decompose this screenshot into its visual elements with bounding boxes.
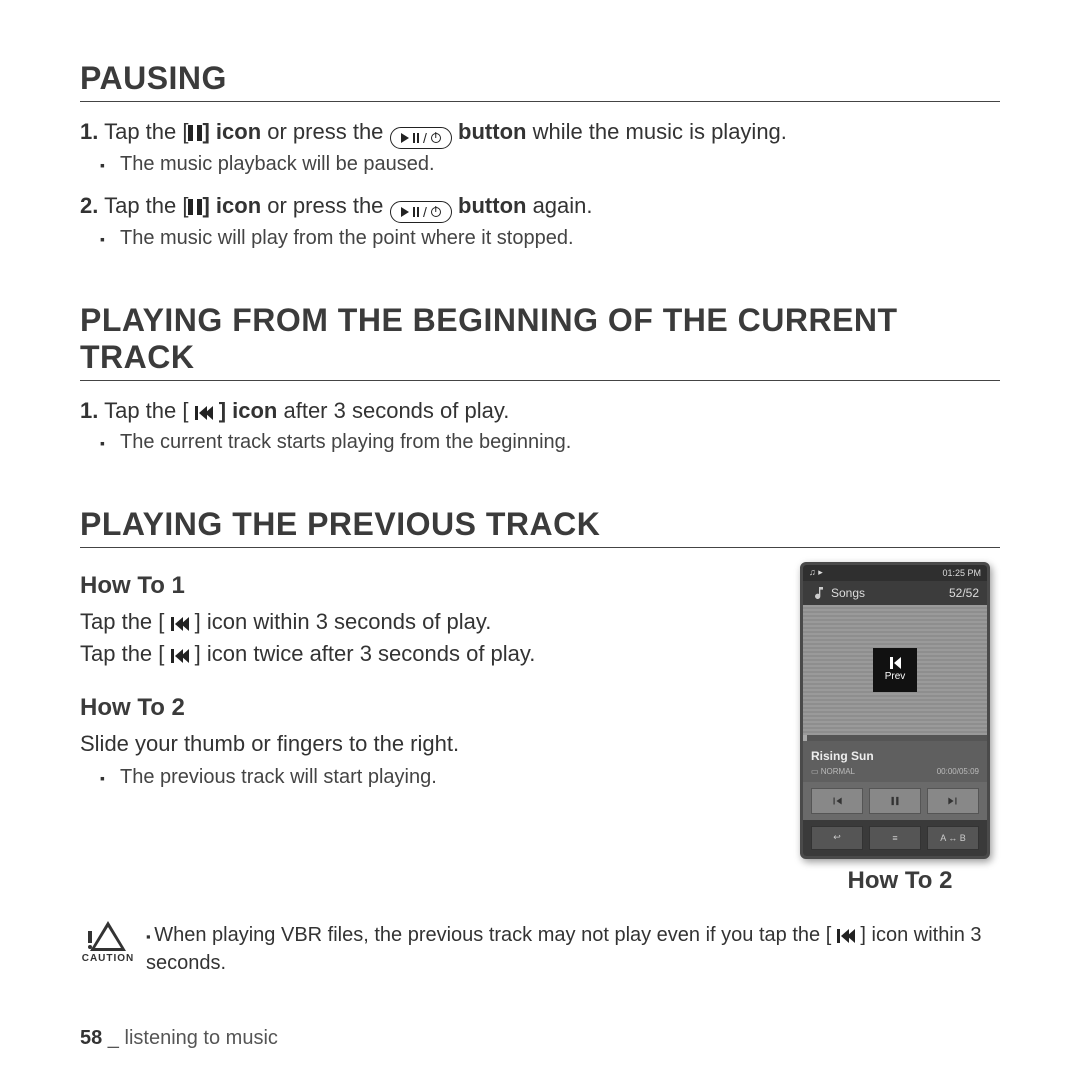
device-back-button[interactable]: ↩ (811, 826, 863, 850)
caution-label: CAUTION (82, 953, 135, 964)
device-pause-button[interactable] (869, 788, 921, 814)
section-title-beginning: PLAYING FROM THE BEGINNING OF THE CURREN… (80, 302, 1000, 381)
pausing-sub-1: The music playback will be paused. (120, 153, 1000, 176)
step-num: 1. (80, 398, 98, 423)
pause-icon (188, 125, 202, 141)
footer-sep: _ (102, 1027, 124, 1049)
text: after 3 seconds of play. (277, 398, 509, 423)
device-header-label: Songs (831, 586, 865, 600)
skip-back-icon (837, 929, 855, 943)
pausing-step-1: 1. Tap the [ ] icon or press the / button… (80, 116, 1000, 149)
device-ab-button[interactable]: A ↔ B (927, 826, 979, 850)
device-prev-overlay: Prev (873, 648, 917, 692)
music-note-icon (811, 585, 827, 601)
text: Tap the [ (104, 398, 195, 423)
page-number: 58 (80, 1027, 102, 1049)
device-status-bar: ♫ ▸ 01:25 PM (803, 565, 987, 581)
text: When playing VBR files, the previous tra… (154, 924, 825, 946)
chapter-name: listening to music (125, 1027, 278, 1049)
button-label: button (452, 193, 527, 218)
icon-label: ] icon (189, 641, 248, 666)
device-prev-button[interactable] (811, 788, 863, 814)
icon-label: ] icon (202, 119, 261, 144)
text: within 3 seconds of play. (247, 609, 491, 634)
text: Tap the [ (104, 193, 188, 218)
howto1-line2: Tap the [ ] icon twice after 3 seconds o… (80, 638, 780, 670)
device-track-count: 52/52 (949, 586, 979, 600)
icon-label: ] icon (189, 609, 248, 634)
device-progress-bar (803, 735, 987, 741)
howto1-line1: Tap the [ ] icon within 3 seconds of pla… (80, 606, 780, 638)
caution-text: When playing VBR files, the previous tra… (146, 921, 1000, 977)
text: Tap the [ (80, 609, 171, 634)
device-next-button[interactable] (927, 788, 979, 814)
section-title-pausing: PAUSING (80, 60, 1000, 102)
howto2-line1: Slide your thumb or fingers to the right… (80, 728, 780, 760)
how-to-1-heading: How To 1 (80, 572, 780, 600)
device-album-art: Prev (803, 605, 987, 735)
howto2-sub: The previous track will start playing. (120, 766, 780, 789)
pausing-sub-2: The music will play from the point where… (120, 227, 1000, 250)
text: twice after 3 seconds of play. (247, 641, 535, 666)
device-bottom-bar: ↩ ≡ A ↔ B (803, 820, 987, 856)
text: or press the (261, 119, 389, 144)
device-prev-label: Prev (885, 671, 906, 682)
pause-icon (188, 199, 202, 215)
text: Tap the [ (104, 119, 188, 144)
pausing-step-2: 2. Tap the [ ] icon or press the / button… (80, 190, 1000, 223)
device-time: 01:25 PM (942, 568, 981, 578)
icon-label: ] icon (202, 193, 261, 218)
icon-label: ] icon (213, 398, 278, 423)
device-controls (803, 782, 987, 820)
text: [ (826, 924, 837, 946)
section-title-previous: PLAYING THE PREVIOUS TRACK (80, 506, 1000, 548)
caution-icon: CAUTION (80, 921, 136, 964)
icon-label: ] icon (855, 924, 908, 946)
beginning-step-1: 1. Tap the [ ] icon after 3 seconds of p… (80, 395, 1000, 427)
device-screenshot: ♫ ▸ 01:25 PM Songs 52/52 Prev Rising Sun… (800, 562, 990, 859)
music-note-icon: ♫ ▸ (809, 567, 823, 578)
skip-back-icon (171, 617, 189, 631)
device-eq-mode: ▭ NORMAL (811, 767, 855, 776)
device-elapsed: 00:00/05:09 (937, 767, 979, 776)
skip-back-icon (171, 649, 189, 663)
device-caption: How To 2 (800, 867, 1000, 895)
device-list-button[interactable]: ≡ (869, 826, 921, 850)
text: or press the (261, 193, 389, 218)
page-footer: 58 _ listening to music (80, 1027, 278, 1050)
button-label: button (452, 119, 527, 144)
beginning-sub-1: The current track starts playing from th… (120, 431, 1000, 454)
text: Tap the [ (80, 641, 171, 666)
how-to-2-heading: How To 2 (80, 694, 780, 722)
step-num: 2. (80, 193, 98, 218)
step-num: 1. (80, 119, 98, 144)
device-track-title: Rising Sun (803, 741, 987, 767)
play-pause-power-button-icon: / (390, 201, 452, 223)
skip-back-icon (195, 406, 213, 420)
caution-block: CAUTION When playing VBR files, the prev… (80, 921, 1000, 977)
text: again. (526, 193, 592, 218)
text: while the music is playing. (526, 119, 786, 144)
device-meta: ▭ NORMAL 00:00/05:09 (803, 767, 987, 782)
play-pause-power-button-icon: / (390, 127, 452, 149)
device-header: Songs 52/52 (803, 581, 987, 605)
